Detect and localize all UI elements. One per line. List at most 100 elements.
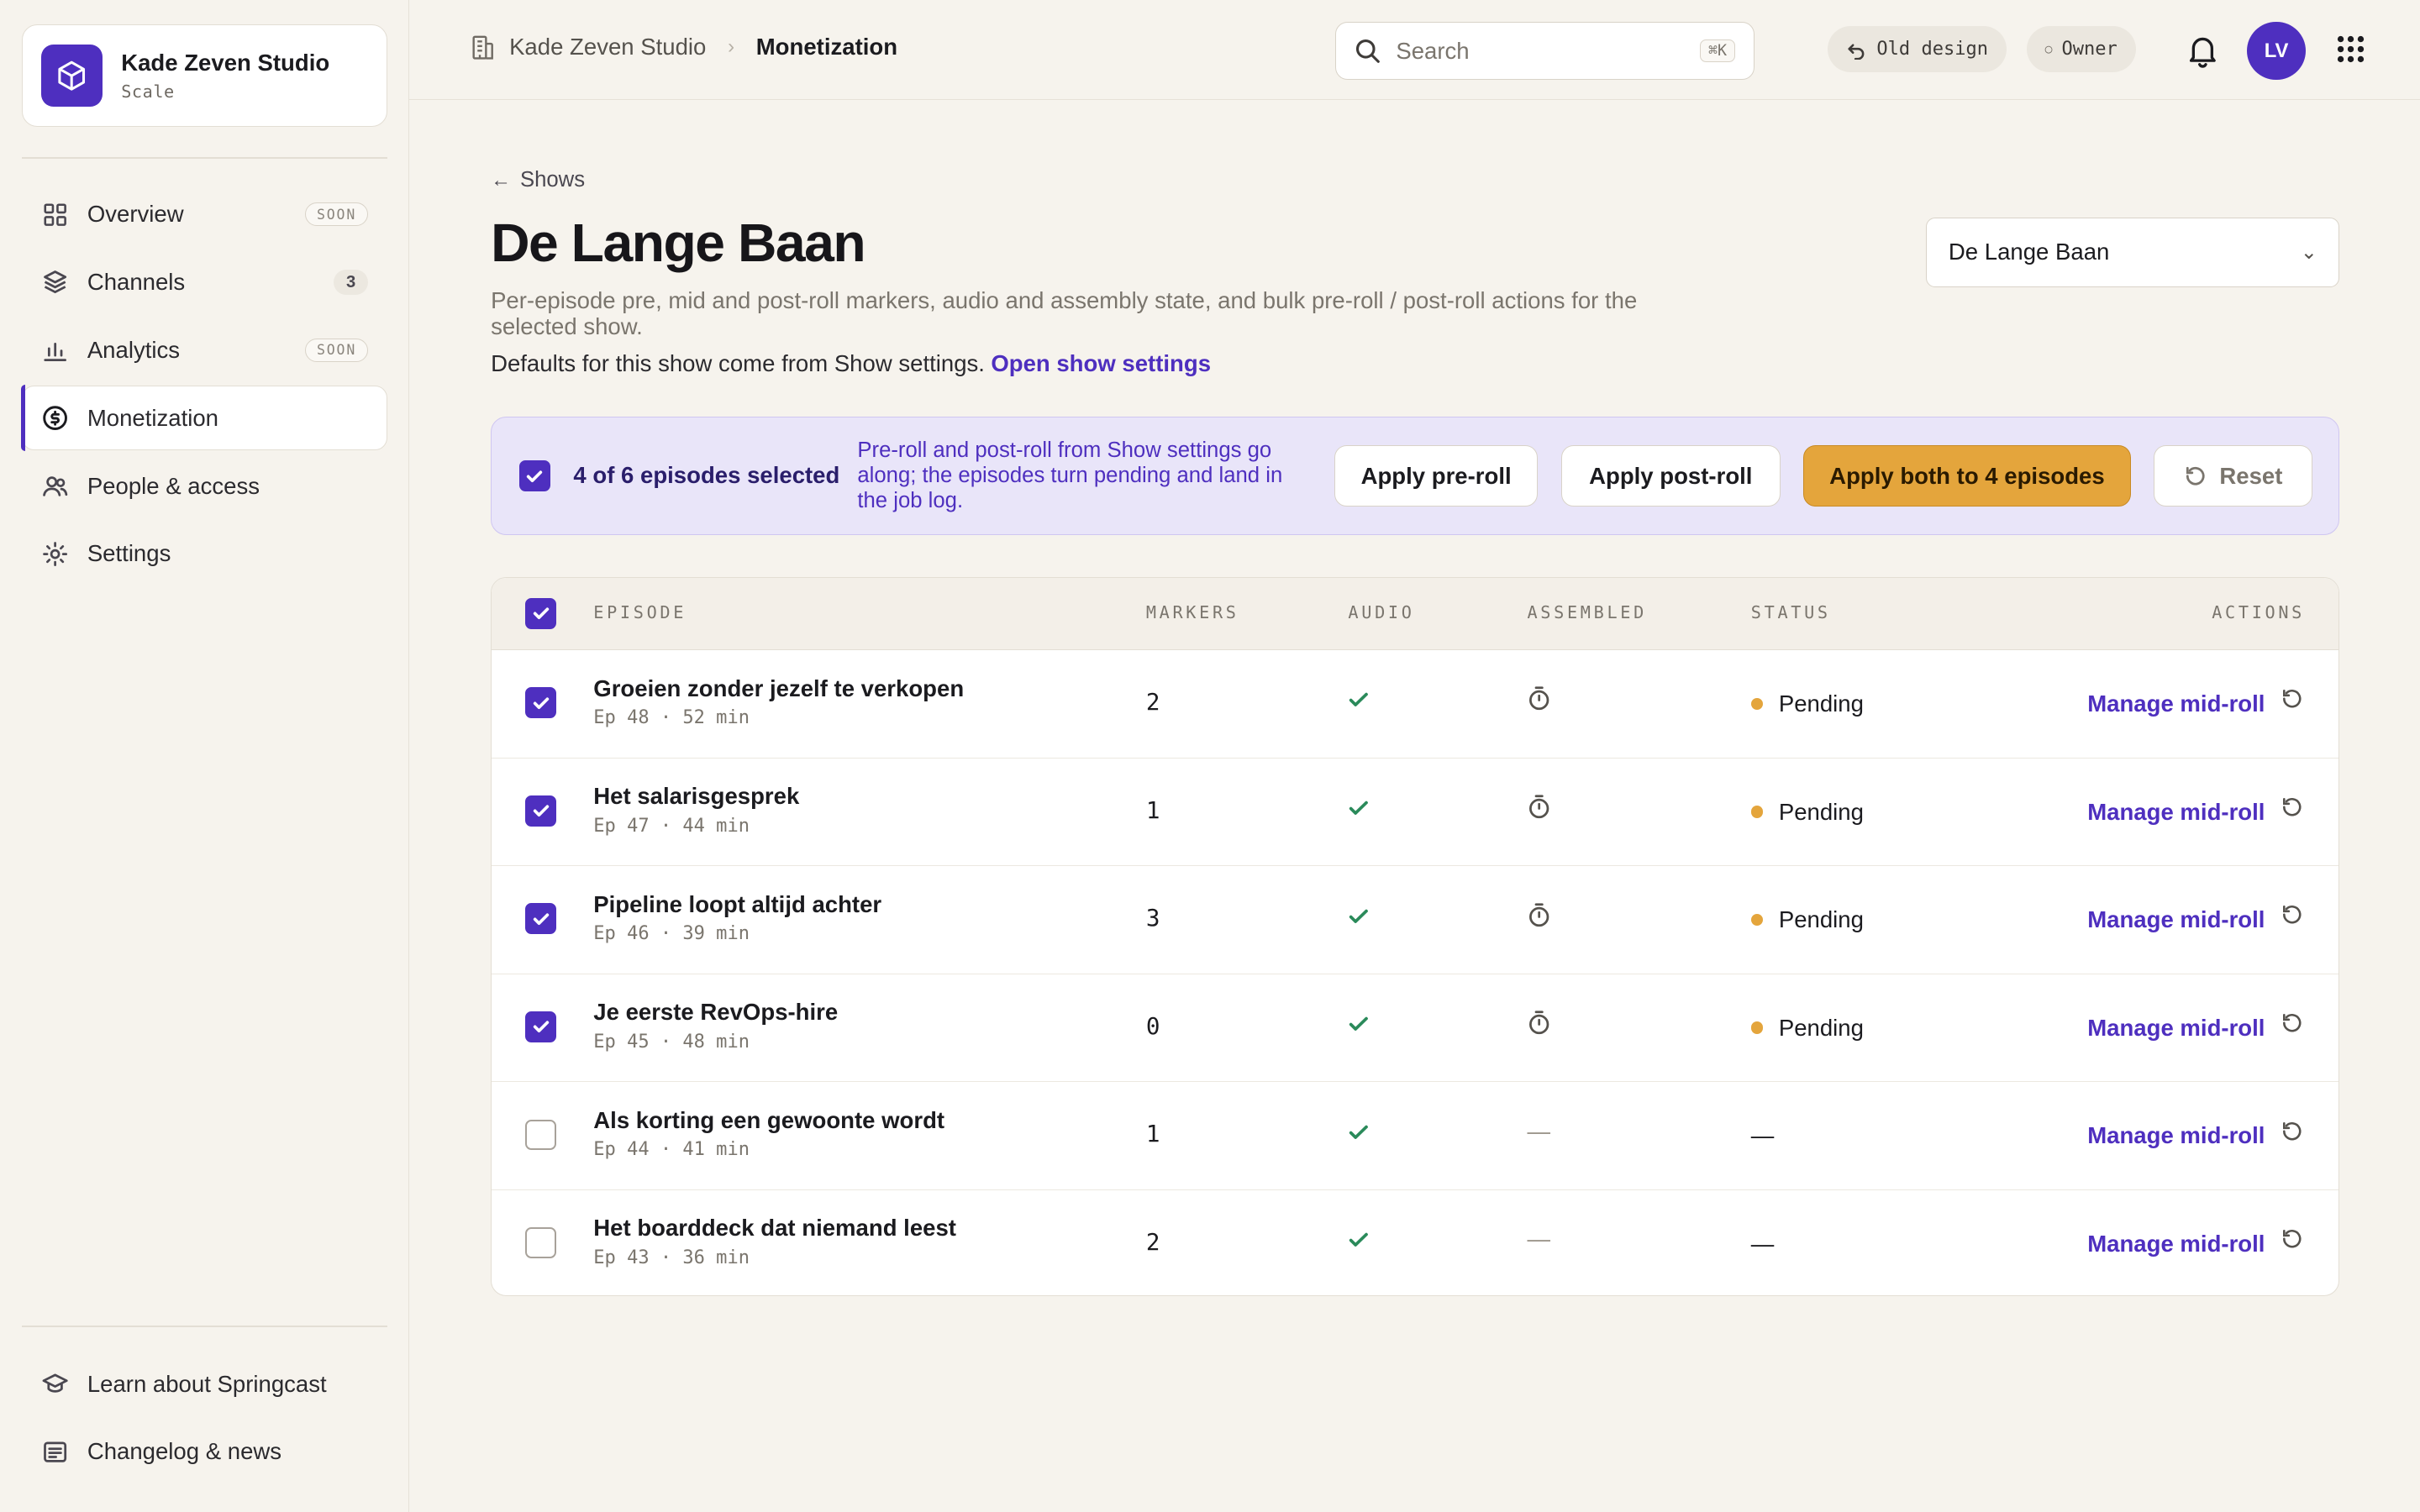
status-badge: Pending xyxy=(1750,799,1864,826)
episode-meta: Ep 48 · 52 min xyxy=(593,707,750,729)
sidebar-item-analytics[interactable]: Analytics SOON xyxy=(22,318,387,382)
marker-count: 1 xyxy=(1145,1121,1160,1148)
breadcrumb-org[interactable]: Kade Zeven Studio xyxy=(509,34,706,60)
sidebar-item-label: Learn about Springcast xyxy=(87,1370,327,1397)
old-design-label: Old design xyxy=(1876,39,1989,60)
news-icon xyxy=(41,1438,69,1466)
row-checkbox[interactable] xyxy=(525,795,557,827)
apps-grid-icon[interactable] xyxy=(2337,35,2365,70)
dot-icon: ○ xyxy=(2044,42,2053,57)
sidebar-item-changelog[interactable]: Changelog & news xyxy=(22,1420,387,1484)
graduation-cap-icon xyxy=(41,1370,69,1398)
status-label: Pending xyxy=(1778,690,1864,717)
episode-title[interactable]: Je eerste RevOps-hire xyxy=(593,999,838,1026)
episode-title[interactable]: Groeien zonder jezelf te verkopen xyxy=(593,675,964,702)
org-switcher[interactable]: Kade Zeven Studio Scale xyxy=(21,24,387,127)
manage-mid-roll-link[interactable]: Manage mid-roll xyxy=(2087,1231,2265,1257)
users-icon xyxy=(41,472,69,500)
back-label: Shows xyxy=(519,168,586,192)
timer-icon xyxy=(1527,794,1551,827)
status-empty: — xyxy=(1750,1230,1775,1257)
bar-chart-icon xyxy=(41,336,69,364)
bulk-select-checkbox[interactable] xyxy=(519,460,550,492)
search-icon xyxy=(1355,38,1381,64)
sidebar-item-label: Analytics xyxy=(87,336,181,363)
sidebar-divider xyxy=(21,1325,387,1327)
sidebar-item-monetization[interactable]: Monetization xyxy=(20,385,387,452)
manage-mid-roll-link[interactable]: Manage mid-roll xyxy=(2087,799,2265,826)
reset-row-icon[interactable] xyxy=(2281,1227,2304,1257)
sidebar-item-learn[interactable]: Learn about Springcast xyxy=(22,1352,387,1416)
apply-post-roll-button[interactable]: Apply post-roll xyxy=(1560,444,1781,507)
reset-row-icon[interactable] xyxy=(2281,795,2304,826)
timer-icon xyxy=(1527,902,1551,935)
manage-mid-roll-link[interactable]: Manage mid-roll xyxy=(2087,690,2265,717)
row-checkbox[interactable] xyxy=(525,1119,557,1151)
show-select[interactable]: De Lange Baan ⌄ xyxy=(1926,217,2340,287)
status-label: Pending xyxy=(1778,1014,1864,1041)
check-icon xyxy=(1348,905,1370,933)
breadcrumb: Kade Zeven Studio › Monetization xyxy=(471,34,897,60)
episode-title[interactable]: Als korting een gewoonte wordt xyxy=(593,1107,944,1134)
marker-count: 1 xyxy=(1145,796,1160,824)
row-checkbox[interactable] xyxy=(525,903,557,935)
avatar[interactable]: LV xyxy=(2247,21,2306,81)
old-design-toggle[interactable]: Old design xyxy=(1827,26,2007,73)
episode-title[interactable]: Het salarisgesprek xyxy=(593,783,799,810)
show-select-value: De Lange Baan xyxy=(1948,239,2110,265)
bell-icon[interactable] xyxy=(2187,34,2218,74)
sidebar-item-overview[interactable]: Overview SOON xyxy=(22,182,387,247)
apply-pre-roll-button[interactable]: Apply pre-roll xyxy=(1334,444,1539,507)
status-dot xyxy=(1750,806,1764,818)
coin-icon xyxy=(41,404,69,432)
search-input[interactable] xyxy=(1396,37,1700,65)
table-body: Groeien zonder jezelf te verkopen Ep 48 ·… xyxy=(492,650,2339,1295)
row-checkbox[interactable] xyxy=(525,1011,557,1042)
reset-label: Reset xyxy=(2219,462,2283,489)
sidebar-item-channels[interactable]: Channels 3 xyxy=(22,250,387,315)
check-icon xyxy=(533,1021,550,1033)
back-link[interactable]: ← Shows xyxy=(491,168,585,192)
reset-row-icon[interactable] xyxy=(2281,687,2304,717)
column-header-assembled: ASSEMBLED xyxy=(1527,602,1647,623)
reset-row-icon[interactable] xyxy=(2281,1120,2304,1150)
check-icon xyxy=(533,697,550,709)
assembled-empty: — xyxy=(1527,1226,1551,1252)
manage-mid-roll-link[interactable]: Manage mid-roll xyxy=(2087,1122,2265,1149)
breadcrumb-current: Monetization xyxy=(755,34,898,60)
row-checkbox[interactable] xyxy=(525,1227,557,1258)
gear-icon xyxy=(41,540,69,568)
manage-mid-roll-link[interactable]: Manage mid-roll xyxy=(2087,1015,2265,1042)
select-all-checkbox[interactable] xyxy=(525,597,557,629)
apply-both-button[interactable]: Apply both to 4 episodes xyxy=(1803,444,2131,507)
marker-count: 2 xyxy=(1145,1228,1160,1256)
row-checkbox[interactable] xyxy=(525,687,557,719)
breadcrumb-separator: › xyxy=(728,35,735,59)
sidebar-divider xyxy=(21,157,387,160)
check-icon xyxy=(533,913,550,925)
sidebar-item-people[interactable]: People & access xyxy=(22,454,387,518)
check-icon xyxy=(1348,689,1370,717)
check-icon xyxy=(1348,1121,1370,1149)
episode-meta: Ep 47 · 44 min xyxy=(593,815,750,837)
reset-icon xyxy=(2186,466,2205,486)
manage-mid-roll-link[interactable]: Manage mid-roll xyxy=(2087,906,2265,933)
table-row: Je eerste RevOps-hire Ep 45 · 48 min 0 Pend… xyxy=(492,974,2339,1083)
status-badge: Pending xyxy=(1750,690,1864,717)
page-title: De Lange Baan xyxy=(491,212,866,273)
marker-count: 0 xyxy=(1145,1012,1160,1040)
open-show-settings-link[interactable]: Open show settings xyxy=(991,350,1211,376)
sidebar-item-settings[interactable]: Settings xyxy=(22,522,387,586)
check-icon xyxy=(1348,797,1370,826)
episode-title[interactable]: Pipeline loopt altijd achter xyxy=(593,891,881,918)
status-label: Pending xyxy=(1778,906,1864,933)
reset-button[interactable]: Reset xyxy=(2154,444,2313,507)
episode-title[interactable]: Het boarddeck dat niemand leest xyxy=(593,1215,956,1242)
reset-row-icon[interactable] xyxy=(2281,903,2304,933)
sidebar-item-label: Settings xyxy=(87,540,171,567)
reset-row-icon[interactable] xyxy=(2281,1011,2304,1042)
search-box[interactable]: ⌘K xyxy=(1334,21,1755,81)
check-icon xyxy=(533,805,550,817)
status-badge: Pending xyxy=(1750,906,1864,933)
role-label: Owner xyxy=(2061,39,2118,60)
